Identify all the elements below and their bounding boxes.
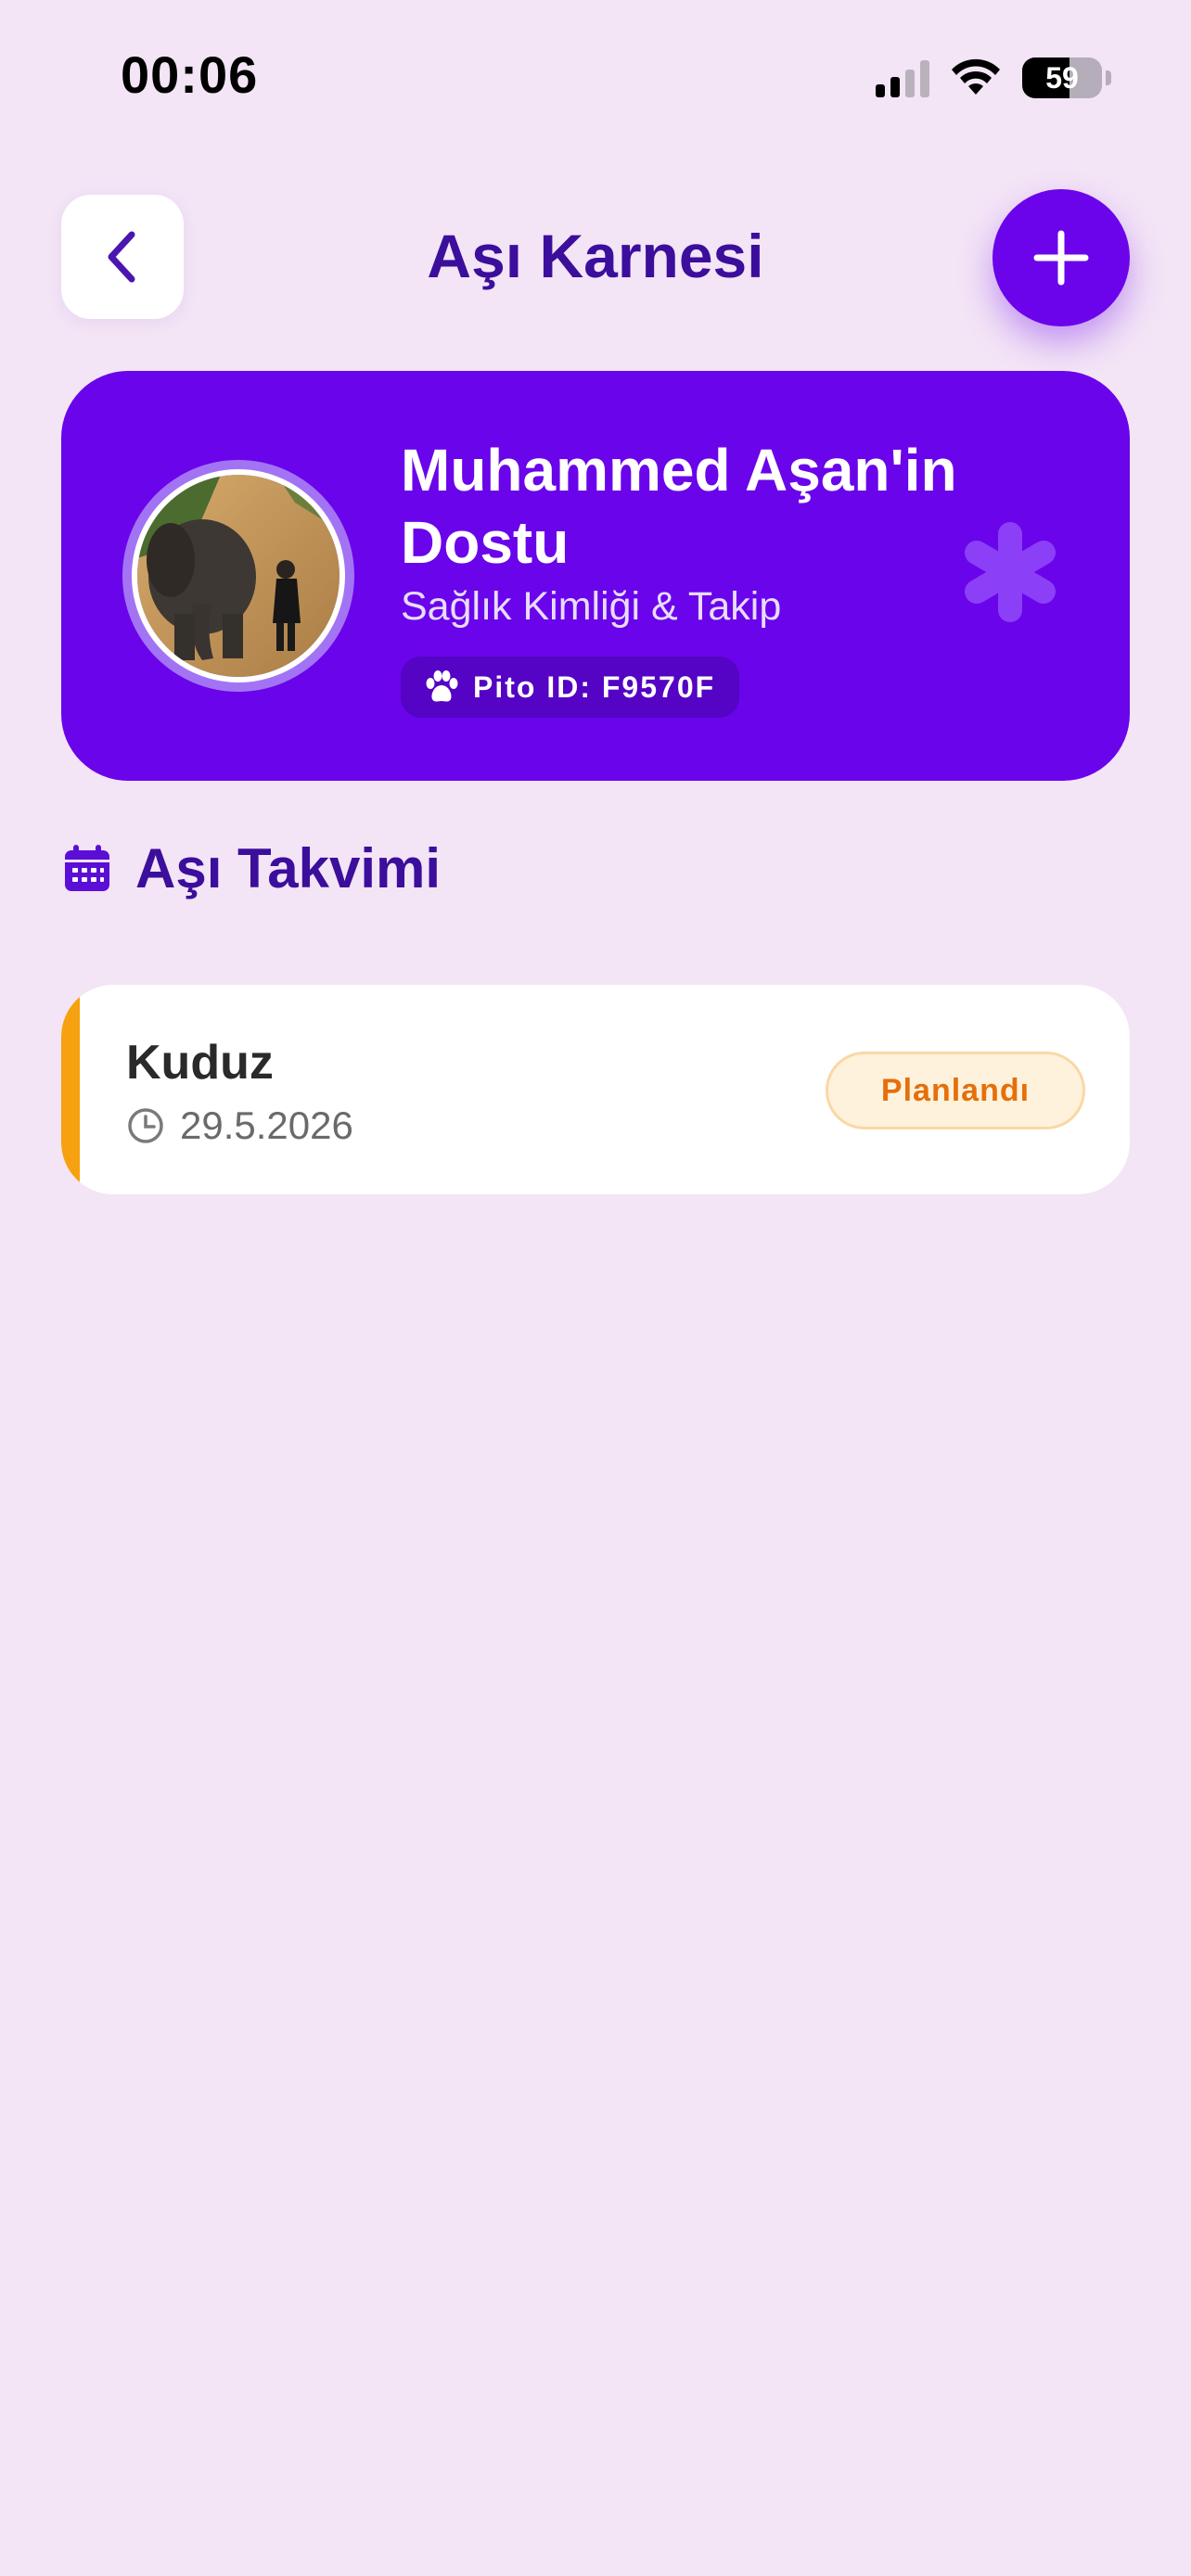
- pito-id-chip[interactable]: Pito ID: F9570F: [401, 657, 740, 718]
- vaccine-name: Kuduz: [126, 1036, 274, 1090]
- signal-icon: [876, 58, 929, 97]
- pet-profile-card: Muhammed Aşan'in Dostu Sağlık Kimliği & …: [61, 371, 1130, 781]
- wifi-icon: [952, 58, 1000, 95]
- pet-subtitle: Sağlık Kimliği & Takip: [401, 584, 782, 629]
- vaccine-date-row: 29.5.2026: [126, 1103, 353, 1148]
- section-title: Aşı Takvimi: [135, 837, 442, 899]
- plus-icon: [1033, 230, 1089, 286]
- avatar[interactable]: [122, 460, 354, 692]
- battery-icon: 59: [1022, 57, 1102, 98]
- pet-name: Muhammed Aşan'in Dostu: [401, 437, 957, 576]
- pito-id-text: Pito ID: F9570F: [473, 670, 716, 704]
- calendar-icon: [65, 844, 109, 891]
- clock-icon: [128, 1108, 163, 1143]
- pet-photo: [132, 469, 345, 682]
- vaccine-card[interactable]: Kuduz 29.5.2026 Planlandı: [61, 985, 1130, 1194]
- asterisk-icon: [965, 522, 1056, 622]
- vaccine-date: 29.5.2026: [180, 1103, 353, 1147]
- section-header: Aşı Takvimi: [61, 836, 441, 900]
- status-icons: 59: [876, 52, 1111, 104]
- pet-photo-image: [137, 475, 339, 677]
- vaccine-status-stripe: [61, 985, 80, 1194]
- add-vaccine-button[interactable]: [992, 189, 1130, 326]
- status-badge: Planlandı: [826, 1052, 1085, 1129]
- status-time: 00:06: [121, 45, 259, 104]
- battery-tip: [1106, 70, 1111, 85]
- paw-icon: [426, 670, 458, 702]
- battery-percent: 59: [1045, 60, 1079, 95]
- vaccine-record-screen: 00:06 59 Aşı Karnesi Muhammed Aşan'in Do…: [0, 0, 1191, 2576]
